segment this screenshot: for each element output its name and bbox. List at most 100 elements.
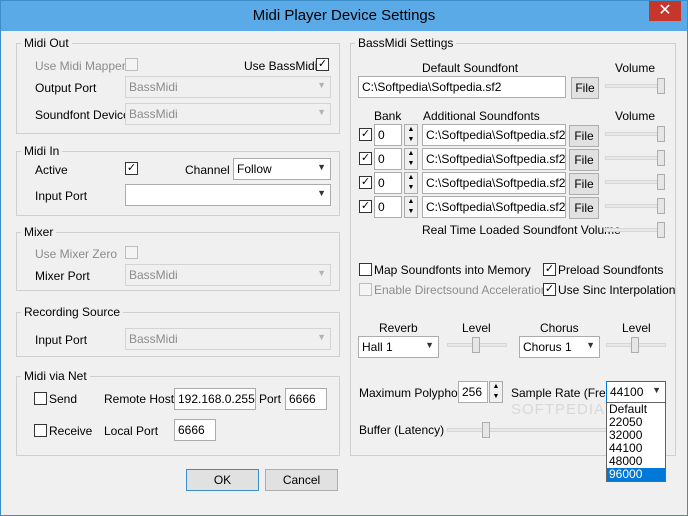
use-bassmidi-label: Use BassMidi	[244, 59, 318, 73]
soundfont-path-value: C:\Softpedia\Softpedia.sf2	[426, 128, 566, 142]
recording-port-select[interactable]: BassMidi ▼	[125, 328, 331, 350]
reverb-value: Hall 1	[362, 340, 393, 354]
chevron-down-icon: ▼	[652, 385, 661, 395]
default-soundfont-input[interactable]: C:\Softpedia\Softpedia.sf2	[358, 76, 566, 98]
default-volume-slider[interactable]	[657, 78, 665, 94]
default-soundfont-value: C:\Softpedia\Softpedia.sf2	[362, 80, 502, 94]
soundfont-volume-slider[interactable]	[657, 126, 665, 142]
soundfont-path-input[interactable]: C:\Softpedia\Softpedia.sf2	[422, 148, 566, 170]
default-file-button[interactable]: File	[571, 77, 599, 99]
soundfont-file-button[interactable]: File	[569, 149, 599, 171]
use-mixer-zero-label: Use Mixer Zero	[35, 247, 118, 261]
mixer-title: Mixer	[21, 225, 57, 239]
polyphony-spinner[interactable]: ▲ ▼	[489, 381, 503, 403]
soundfont-file-button[interactable]: File	[569, 173, 599, 195]
spin-up-icon: ▲	[407, 150, 415, 157]
sinc-checkbox[interactable]: ✓	[543, 283, 556, 296]
sample-rate-option-highlighted[interactable]: 96000	[607, 468, 665, 481]
mixer-port-label: Mixer Port	[35, 269, 90, 283]
soundfont-row-checkbox[interactable]: ✓	[359, 152, 372, 165]
send-label: Send	[49, 392, 78, 406]
chevron-down-icon: ▼	[425, 340, 434, 350]
reverb-level-slider[interactable]	[472, 337, 480, 353]
close-button[interactable]: ✕	[649, 1, 681, 21]
buffer-slider[interactable]	[482, 422, 490, 438]
soundfont-path-input[interactable]: C:\Softpedia\Softpedia.sf2	[422, 172, 566, 194]
soundfont-volume-slider[interactable]	[657, 150, 665, 166]
bank-spinner[interactable]: ▲ ▼	[404, 148, 418, 170]
channel-value: Follow	[237, 162, 272, 176]
spin-down-icon: ▼	[407, 208, 415, 215]
chorus-select[interactable]: Chorus 1 ▼	[519, 336, 600, 358]
directsound-label: Enable Directsound Acceleration	[374, 283, 548, 297]
soundfont-path-input[interactable]: C:\Softpedia\Softpedia.sf2	[422, 124, 566, 146]
send-checkbox[interactable]	[34, 392, 47, 405]
spin-up-icon: ▲	[407, 174, 415, 181]
output-port-select[interactable]: BassMidi ▼	[125, 76, 331, 98]
port-input[interactable]: 6666	[285, 388, 327, 410]
cancel-button[interactable]: Cancel	[265, 469, 338, 491]
soundfont-row-checkbox[interactable]: ✓	[359, 128, 372, 141]
sample-rate-value: 44100	[610, 385, 644, 399]
soundfont-path-value: C:\Softpedia\Softpedia.sf2	[426, 200, 566, 214]
bank-input[interactable]: 0	[374, 172, 402, 194]
output-port-label: Output Port	[35, 81, 97, 95]
receive-checkbox[interactable]	[34, 424, 47, 437]
buffer-label: Buffer (Latency)	[359, 423, 445, 437]
soundfont-row-checkbox[interactable]: ✓	[359, 176, 372, 189]
recording-title: Recording Source	[21, 305, 124, 319]
realtime-volume-slider[interactable]	[657, 222, 665, 238]
buffer-track	[447, 428, 607, 432]
chevron-down-icon: ▼	[317, 268, 326, 278]
sample-rate-select[interactable]: 44100 ▼	[606, 381, 666, 403]
midi-in-port-select[interactable]: ▼	[125, 184, 331, 206]
soundfont-path-input[interactable]: C:\Softpedia\Softpedia.sf2	[422, 196, 566, 218]
spin-up-icon: ▲	[492, 383, 500, 390]
chorus-level-slider[interactable]	[631, 337, 639, 353]
map-memory-checkbox[interactable]	[359, 263, 372, 276]
polyphony-label: Maximum Polyphony	[359, 386, 471, 400]
recording-port-value: BassMidi	[129, 332, 178, 346]
output-port-value: BassMidi	[129, 80, 178, 94]
soundfont-file-button[interactable]: File	[569, 197, 599, 219]
local-port-value: 6666	[178, 423, 205, 437]
bank-spinner[interactable]: ▲ ▼	[404, 196, 418, 218]
settings-window: Midi Player Device Settings ✕ Midi Out U…	[0, 0, 688, 516]
reverb-select[interactable]: Hall 1 ▼	[358, 336, 439, 358]
mixer-port-value: BassMidi	[129, 268, 178, 282]
channel-select[interactable]: Follow ▼	[233, 158, 331, 180]
use-bassmidi-checkbox[interactable]: ✓	[316, 58, 329, 71]
spin-down-icon: ▼	[407, 136, 415, 143]
port-value: 6666	[289, 392, 316, 406]
local-port-input[interactable]: 6666	[174, 419, 216, 441]
bank-input[interactable]: 0	[374, 124, 402, 146]
bank-spinner[interactable]: ▲ ▼	[404, 124, 418, 146]
preload-checkbox[interactable]: ✓	[543, 263, 556, 276]
bank-input[interactable]: 0	[374, 148, 402, 170]
remote-host-input[interactable]: 192.168.0.255	[174, 388, 256, 410]
midi-out-title: Midi Out	[21, 36, 72, 50]
reverb-label: Reverb	[379, 321, 418, 335]
active-checkbox[interactable]: ✓	[125, 162, 138, 175]
chevron-down-icon: ▼	[317, 162, 326, 172]
soundfont-device-select[interactable]: BassMidi ▼	[125, 103, 331, 125]
use-mixer-zero-checkbox[interactable]	[125, 246, 138, 259]
default-volume-label: Volume	[615, 61, 656, 75]
bank-spinner[interactable]: ▲ ▼	[404, 172, 418, 194]
soundfont-volume-slider[interactable]	[657, 174, 665, 190]
bank-input[interactable]: 0	[374, 196, 402, 218]
chevron-down-icon: ▼	[317, 80, 326, 90]
ok-button[interactable]: OK	[186, 469, 259, 491]
mixer-port-select[interactable]: BassMidi ▼	[125, 264, 331, 286]
chevron-down-icon: ▼	[317, 188, 326, 198]
softpedia-watermark: SOFTPEDIA	[511, 401, 606, 418]
polyphony-input[interactable]: 256	[458, 381, 488, 403]
soundfont-file-button[interactable]: File	[569, 125, 599, 147]
midi-in-port-label: Input Port	[35, 189, 88, 203]
map-memory-label: Map Soundfonts into Memory	[374, 263, 531, 277]
additional-soundfonts-label: Additional Soundfonts	[423, 109, 540, 123]
directsound-checkbox[interactable]	[359, 283, 372, 296]
soundfont-row-checkbox[interactable]: ✓	[359, 200, 372, 213]
soundfont-volume-slider[interactable]	[657, 198, 665, 214]
use-midi-mapper-checkbox[interactable]	[125, 58, 138, 71]
